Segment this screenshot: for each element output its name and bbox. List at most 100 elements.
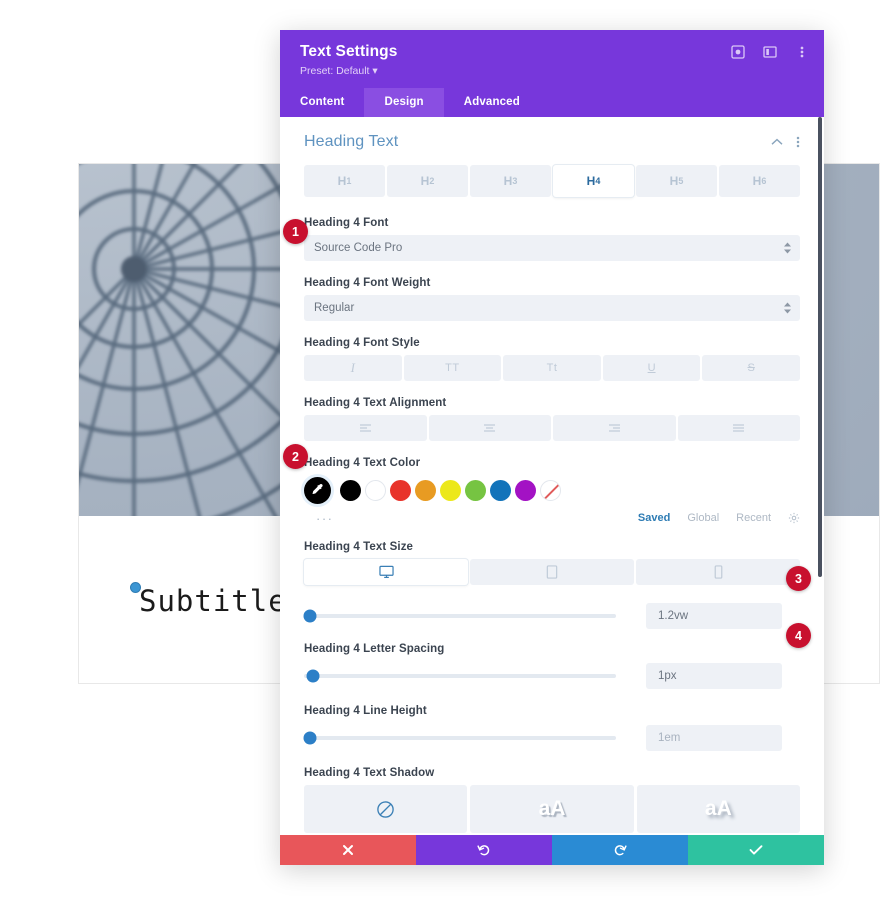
swatch-black[interactable]: [340, 479, 361, 501]
color-swatch-meta-row: ··· Saved Global Recent: [304, 507, 800, 529]
field-heading-font-style: Heading 4 Font Style I TT Tt U S: [304, 337, 800, 381]
align-right-icon[interactable]: [553, 415, 676, 441]
line-height-value-input[interactable]: 1em: [646, 725, 782, 751]
h1-label: H: [337, 174, 347, 188]
cancel-button[interactable]: [280, 835, 416, 865]
letter-spacing-slider[interactable]: [304, 669, 616, 683]
swatch-white[interactable]: [365, 479, 386, 501]
line-height-slider[interactable]: [303, 731, 616, 745]
subtitle-text[interactable]: Subtitle: [130, 581, 287, 618]
fullscreen-icon[interactable]: [730, 44, 746, 60]
h1-sub: 1: [346, 176, 352, 186]
more-colors-dots[interactable]: ···: [316, 511, 334, 526]
heading-font-label: Heading 4 Font: [304, 217, 389, 229]
swatch-blue[interactable]: [490, 479, 511, 501]
select-caret-icon: [784, 242, 791, 254]
font-style-smallcaps-icon[interactable]: Tt: [503, 355, 601, 381]
text-size-slider[interactable]: [303, 609, 616, 623]
callout-badge-4: 4: [786, 623, 811, 648]
heading-tab-h4[interactable]: H4: [553, 165, 634, 197]
callout-badge-3: 3: [786, 566, 811, 591]
color-swatch-row: [304, 475, 800, 505]
h3-sub: 3: [512, 176, 518, 186]
color-tab-saved[interactable]: Saved: [638, 512, 670, 524]
font-style-strikethrough-icon[interactable]: S: [702, 355, 800, 381]
more-vertical-icon[interactable]: [794, 44, 810, 60]
font-style-italic-icon[interactable]: I: [304, 355, 402, 381]
modal-scrollbar[interactable]: [818, 117, 822, 577]
modal-header: Text Settings Preset: Default ▾: [280, 30, 824, 88]
align-justify-icon[interactable]: [677, 415, 800, 441]
heading-text-shadow-label: Heading 4 Text Shadow: [304, 767, 435, 779]
letter-spacing-slider-knob[interactable]: [306, 669, 320, 683]
heading-font-weight-value: Regular: [314, 302, 355, 314]
layout-panel-icon[interactable]: [762, 44, 778, 60]
desktop-icon[interactable]: [304, 559, 468, 585]
swatch-green[interactable]: [465, 479, 486, 501]
device-toggle-group: [304, 559, 800, 585]
heading-line-height-label: Heading 4 Line Height: [304, 705, 427, 717]
h2-label: H: [420, 174, 430, 188]
select-caret-icon: [784, 302, 791, 314]
heading-tab-h6[interactable]: H6: [719, 165, 800, 197]
heading-font-weight-select[interactable]: Regular: [304, 295, 800, 321]
undo-button[interactable]: [416, 835, 552, 865]
chevron-up-icon[interactable]: [771, 138, 783, 146]
save-button[interactable]: [688, 835, 824, 865]
color-picker-button[interactable]: [304, 476, 331, 504]
shadow-preview-aA: aA: [538, 797, 566, 820]
font-style-uppercase-icon[interactable]: TT: [403, 355, 502, 381]
swatch-transparent[interactable]: [540, 479, 561, 501]
swatch-yellow[interactable]: [440, 479, 461, 501]
heading-tab-h1[interactable]: H1: [304, 165, 385, 197]
heading-font-select[interactable]: Source Code Pro: [304, 235, 800, 261]
section-title: Heading Text: [304, 133, 399, 150]
heading-font-value: Source Code Pro: [314, 242, 403, 254]
h4-label: H: [586, 174, 596, 188]
heading-tab-h5[interactable]: H5: [636, 165, 717, 197]
text-shadow-option-1[interactable]: aA: [470, 785, 634, 833]
swatch-purple[interactable]: [515, 479, 536, 501]
line-height-slider-knob[interactable]: [303, 731, 317, 745]
tab-advanced[interactable]: Advanced: [444, 88, 540, 117]
text-settings-modal: Text Settings Preset: Default ▾ Content …: [280, 30, 824, 865]
h4-sub: 4: [595, 176, 601, 186]
color-tab-recent[interactable]: Recent: [736, 512, 771, 524]
color-tab-global[interactable]: Global: [687, 512, 719, 524]
modal-header-icons: [730, 44, 810, 60]
swatch-orange[interactable]: [415, 479, 436, 501]
phone-icon[interactable]: [636, 559, 800, 585]
text-size-value: 1.2vw: [658, 610, 689, 622]
modal-body: Heading Text H 1 H 2 H 3 H 4 H 5 H 6 Hea…: [280, 117, 824, 835]
text-size-slider-knob[interactable]: [303, 609, 317, 623]
heading-tab-h2[interactable]: H2: [387, 165, 468, 197]
tablet-icon[interactable]: [470, 559, 634, 585]
text-size-slider-row: 1.2vw: [303, 603, 800, 629]
field-heading-text-alignment: Heading 4 Text Alignment: [304, 397, 800, 441]
modal-preset-label[interactable]: Preset: Default ▾: [300, 65, 378, 77]
alignment-options: [304, 415, 800, 441]
h2-sub: 2: [429, 176, 435, 186]
field-heading-font: Heading 4 Font Source Code Pro: [304, 217, 800, 261]
letter-spacing-value-input[interactable]: 1px: [646, 663, 782, 689]
text-size-value-input[interactable]: 1.2vw: [646, 603, 782, 629]
tab-design[interactable]: Design: [364, 88, 444, 117]
field-heading-text-color: Heading 4 Text Color ··· Saved Global Re…: [304, 457, 800, 529]
font-style-options: I TT Tt U S: [304, 355, 800, 381]
align-left-icon[interactable]: [304, 415, 427, 441]
heading-tab-h3[interactable]: H3: [470, 165, 551, 197]
font-style-underline-icon[interactable]: U: [602, 355, 701, 381]
tab-content[interactable]: Content: [280, 88, 364, 117]
text-shadow-options: aA aA aA aA aA: [304, 785, 800, 835]
color-source-tabs: Saved Global Recent: [638, 512, 800, 524]
text-shadow-option-2[interactable]: aA: [636, 785, 800, 833]
preset-text: Preset: Default: [300, 65, 370, 77]
align-center-icon[interactable]: [428, 415, 551, 441]
gear-icon[interactable]: [788, 512, 800, 524]
redo-button[interactable]: [552, 835, 688, 865]
field-heading-text-size: Heading 4 Text Size 1.2vw: [303, 541, 800, 629]
text-shadow-none-option[interactable]: [304, 785, 468, 833]
section-more-vertical-icon[interactable]: [796, 135, 800, 149]
swatch-red[interactable]: [390, 479, 411, 501]
modal-title: Text Settings: [300, 43, 398, 60]
